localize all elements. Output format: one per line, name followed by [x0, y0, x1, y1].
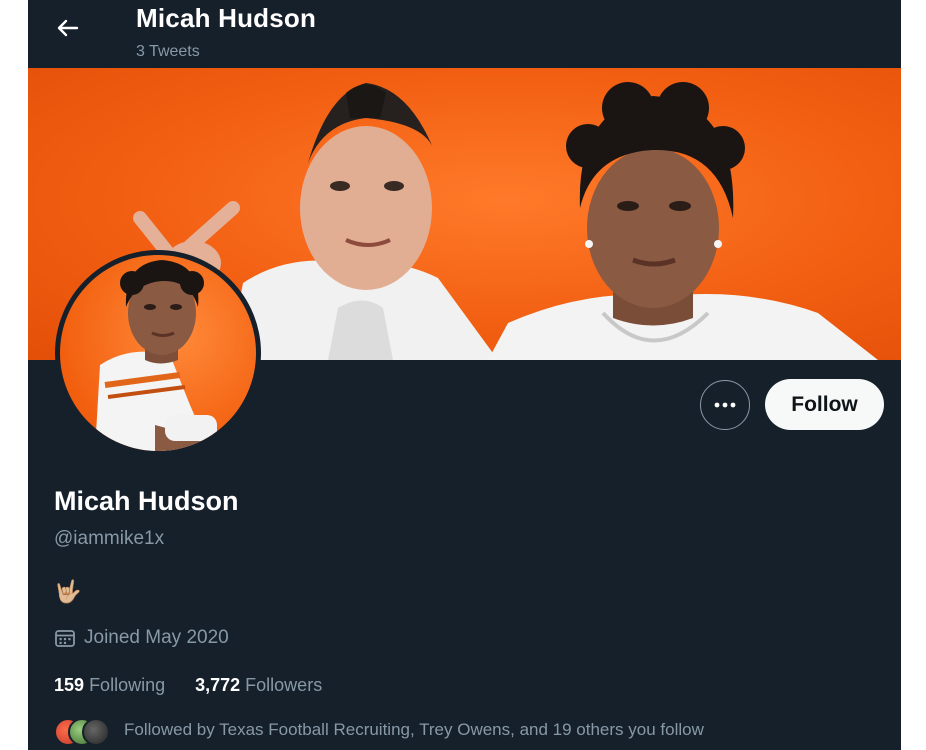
profile-avatar[interactable] — [55, 250, 261, 456]
back-button[interactable] — [54, 14, 82, 42]
followed-by-text: Followed by Texas Football Recruiting, T… — [124, 720, 704, 739]
calendar-icon — [55, 630, 75, 647]
follow-button[interactable]: Follow — [765, 379, 884, 430]
profile-name: Micah Hudson — [54, 486, 239, 516]
mini-avatar — [82, 718, 110, 746]
following-link[interactable]: 159 Following — [54, 675, 165, 696]
top-bar: Micah Hudson 3 Tweets — [28, 0, 901, 68]
tweet-count: 3 Tweets — [136, 43, 200, 60]
profile-bio: 🤟🏼 — [54, 579, 82, 604]
avatar-photo — [60, 255, 256, 451]
followers-count: 3,772 — [195, 675, 241, 695]
following-label: Following — [89, 675, 166, 695]
followers-you-know-avatars — [54, 716, 112, 746]
arrow-left-icon — [57, 19, 79, 37]
more-dots-icon — [714, 402, 736, 408]
followed-by-link[interactable]: Followed by Texas Football Recruiting, T… — [54, 716, 704, 746]
profile-handle: @iammike1x — [54, 528, 165, 549]
joined-date: Joined May 2020 — [54, 627, 229, 649]
followers-label: Followers — [245, 675, 323, 695]
header-title: Micah Hudson — [136, 3, 317, 33]
more-options-button[interactable] — [700, 380, 750, 430]
followers-link[interactable]: 3,772 Followers — [195, 675, 322, 696]
joined-text: Joined May 2020 — [84, 627, 229, 648]
profile-page: Micah Hudson 3 Tweets Follow Micah Hudso… — [28, 0, 901, 750]
following-count: 159 — [54, 675, 85, 695]
follow-stats: 159 Following 3,772 Followers — [54, 675, 322, 696]
